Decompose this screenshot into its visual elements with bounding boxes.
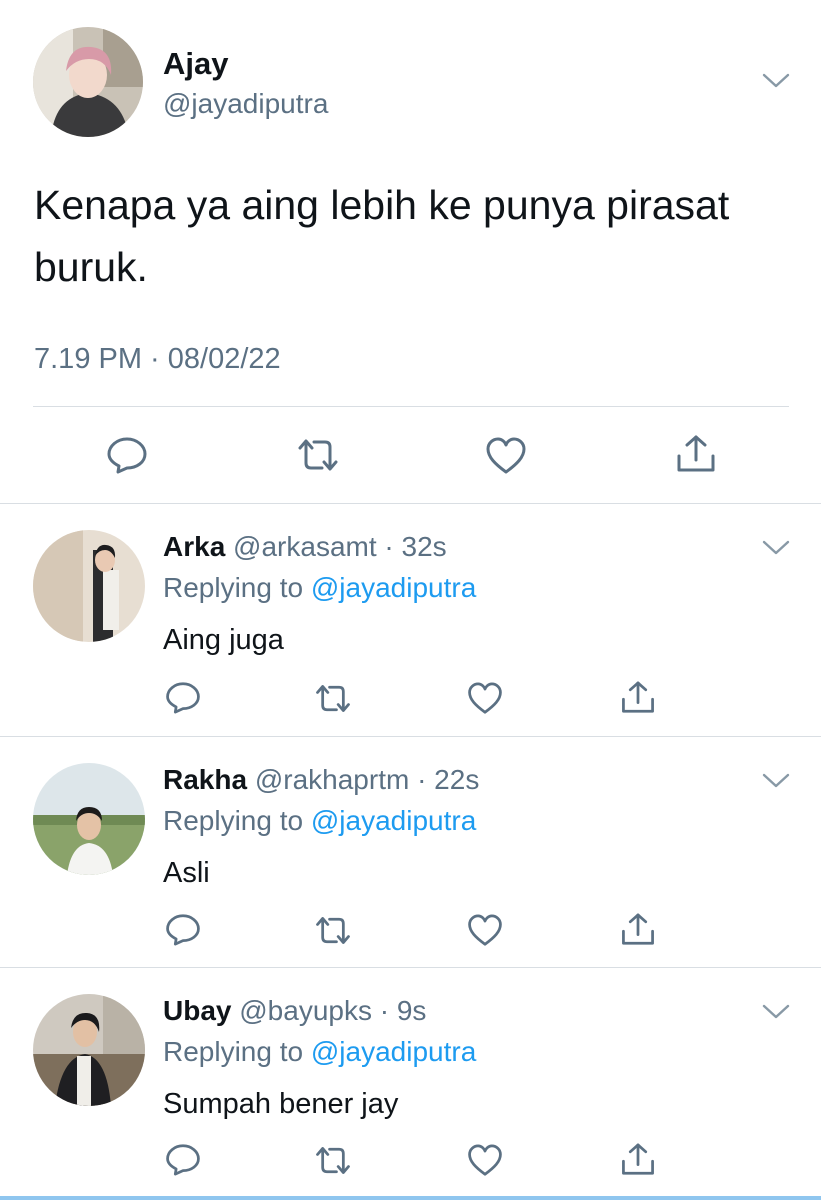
reply-header: Ubay @bayupks · 9s bbox=[163, 995, 426, 1027]
retweet-icon[interactable] bbox=[314, 915, 352, 946]
reply-text: Sumpah bener jay bbox=[163, 1088, 399, 1120]
replying-to-mention[interactable]: @jayadiputra bbox=[311, 805, 476, 836]
share-icon[interactable] bbox=[620, 680, 656, 715]
reply-header: Rakha @rakhaprtm · 22s bbox=[163, 764, 479, 796]
share-icon[interactable] bbox=[620, 1142, 656, 1177]
reply-tweet: Rakha @rakhaprtm · 22s Replying to @jaya… bbox=[0, 737, 821, 967]
reply-avatar[interactable] bbox=[33, 530, 145, 642]
reply-avatar[interactable] bbox=[33, 994, 145, 1106]
reply-text: Aing juga bbox=[163, 624, 284, 656]
reply-author-name[interactable]: Rakha bbox=[163, 764, 247, 795]
retweet-icon[interactable] bbox=[314, 1145, 352, 1176]
replying-to-label: Replying to bbox=[163, 1036, 311, 1067]
replying-to: Replying to @jayadiputra bbox=[163, 1036, 476, 1068]
tweet-text: Kenapa ya aing lebih ke punya pirasat bu… bbox=[34, 182, 730, 290]
reply-time[interactable]: · 9s bbox=[380, 995, 427, 1026]
retweet-icon[interactable] bbox=[314, 683, 352, 714]
reply-icon[interactable] bbox=[165, 1143, 201, 1176]
like-icon[interactable] bbox=[485, 437, 527, 475]
tweet-timestamp[interactable]: 7.19 PM · 08/02/22 bbox=[34, 343, 281, 376]
reply-author-handle[interactable]: @arkasamt bbox=[233, 531, 377, 562]
chevron-down-icon[interactable] bbox=[762, 773, 790, 789]
replying-to-mention[interactable]: @jayadiputra bbox=[311, 1036, 476, 1067]
divider bbox=[33, 406, 789, 407]
chevron-down-icon[interactable] bbox=[762, 73, 790, 89]
reply-author-name[interactable]: Arka bbox=[163, 531, 225, 562]
like-icon[interactable] bbox=[467, 1144, 503, 1177]
replying-to-label: Replying to bbox=[163, 805, 311, 836]
replying-to-mention[interactable]: @jayadiputra bbox=[311, 572, 476, 603]
replying-to: Replying to @jayadiputra bbox=[163, 572, 476, 604]
chevron-down-icon[interactable] bbox=[762, 540, 790, 556]
chevron-down-icon[interactable] bbox=[762, 1004, 790, 1020]
reply-tweet: Arka @arkasamt · 32s Replying to @jayadi… bbox=[0, 504, 821, 736]
reply-icon[interactable] bbox=[165, 913, 201, 946]
retweet-icon[interactable] bbox=[296, 437, 340, 473]
author-avatar[interactable] bbox=[33, 27, 143, 137]
main-tweet: Ajay @jayadiputra Kenapa ya aing lebih k… bbox=[0, 0, 821, 503]
reply-time[interactable]: · 22s bbox=[417, 764, 479, 795]
replying-to: Replying to @jayadiputra bbox=[163, 805, 476, 837]
reply-text: Asli bbox=[163, 857, 210, 889]
like-icon[interactable] bbox=[467, 682, 503, 715]
reply-header: Arka @arkasamt · 32s bbox=[163, 531, 447, 563]
reply-avatar[interactable] bbox=[33, 763, 145, 875]
author-handle[interactable]: @jayadiputra bbox=[163, 88, 328, 120]
reply-tweet: Ubay @bayupks · 9s Replying to @jayadipu… bbox=[0, 968, 821, 1196]
reply-time[interactable]: · 32s bbox=[384, 531, 446, 562]
replying-to-label: Replying to bbox=[163, 572, 311, 603]
reply-icon[interactable] bbox=[106, 436, 148, 474]
reply-icon[interactable] bbox=[165, 681, 201, 714]
author-name[interactable]: Ajay bbox=[163, 46, 228, 82]
reply-author-handle[interactable]: @bayupks bbox=[239, 995, 372, 1026]
bottom-accent-line bbox=[0, 1196, 821, 1200]
like-icon[interactable] bbox=[467, 914, 503, 947]
share-icon[interactable] bbox=[620, 912, 656, 947]
reply-author-handle[interactable]: @rakhaprtm bbox=[255, 764, 409, 795]
reply-author-name[interactable]: Ubay bbox=[163, 995, 231, 1026]
share-icon[interactable] bbox=[675, 434, 717, 474]
